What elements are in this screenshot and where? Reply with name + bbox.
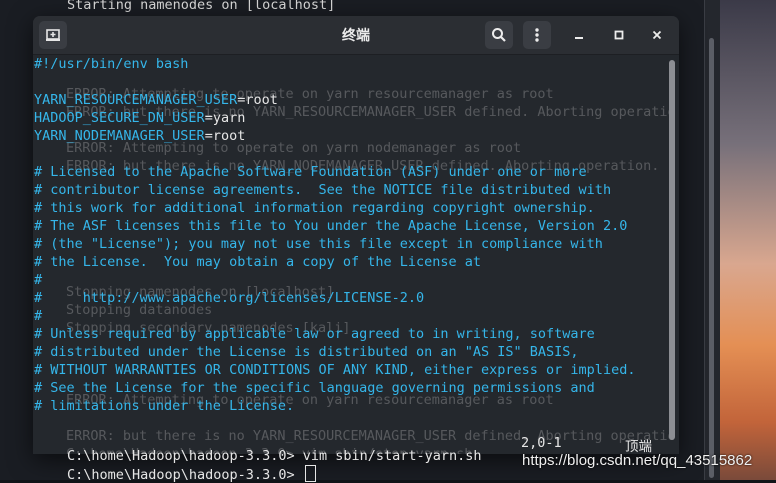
background-command-line: C:\home\Hadoop\hadoop-3.3.0> vim sbin/st… (67, 448, 482, 464)
editor-line: # Unless required by applicable law or a… (34, 326, 595, 342)
scrollbar[interactable] (669, 60, 675, 440)
terminal-window: 终端 ERROR: Attempting to operate on yarn … (33, 16, 679, 455)
desktop-wallpaper (720, 0, 776, 480)
editor-line: #!/usr/bin/env bash (34, 56, 189, 72)
editor-line: # See the License for the specific langu… (34, 380, 595, 396)
watermark: https://blog.csdn.net/qq_43515862 (522, 452, 753, 469)
background-prompt-line[interactable]: C:\home\Hadoop\hadoop-3.3.0> (67, 465, 316, 483)
maximize-button[interactable] (605, 21, 633, 49)
minimize-button[interactable] (565, 21, 593, 49)
vim-editor-area[interactable]: ERROR: Attempting to operate on yarn res… (33, 55, 673, 454)
background-scrollbar-thumb[interactable] (709, 38, 714, 478)
prompt-text: C:\home\Hadoop\hadoop-3.3.0> (67, 467, 303, 483)
editor-line: # http://www.apache.org/licenses/LICENSE… (34, 290, 425, 306)
search-button[interactable] (485, 21, 513, 49)
background-top-line: Starting namenodes on [localhost] (67, 0, 336, 13)
close-button[interactable] (643, 21, 671, 49)
search-icon (492, 28, 506, 42)
text-cursor (304, 465, 316, 482)
env-var-name: YARN_NODEMANAGER_USER (34, 128, 205, 144)
env-var-name: HADOOP_SECURE_DN_USER (34, 110, 205, 126)
cursor-position: 2,0-1 (521, 435, 562, 451)
title-bar[interactable]: 终端 (33, 16, 679, 55)
editor-line: # Licensed to the Apache Software Founda… (34, 164, 587, 180)
editor-line: # limitations under the License. (34, 398, 295, 414)
editor-line: # (34, 308, 43, 324)
editor-line: # the License. You may obtain a copy of … (34, 254, 482, 270)
editor-line: # contributor license agreements. See th… (34, 182, 612, 198)
editor-line: # WITHOUT WARRANTIES OR CONDITIONS OF AN… (34, 362, 636, 378)
editor-line: # distributed under the License is distr… (34, 344, 579, 360)
editor-line: HADOOP_SECURE_DN_USER=yarn (34, 109, 245, 127)
maximize-icon (614, 30, 624, 40)
editor-line: # (the "License"); you may not use this … (34, 236, 603, 252)
env-var-value: =root (204, 128, 246, 144)
kebab-menu-icon (535, 28, 539, 42)
editor-line: # this work for additional information r… (34, 200, 595, 216)
editor-line: # (34, 272, 43, 288)
env-var-value: =yarn (204, 110, 246, 126)
minimize-icon (575, 37, 583, 39)
editor-line: YARN_NODEMANAGER_USER=root (34, 127, 245, 145)
editor-line: YARN_RESOURCEMANAGER_USER=root (34, 91, 278, 109)
close-icon (652, 30, 662, 40)
env-var-name: YARN_RESOURCEMANAGER_USER (34, 92, 238, 108)
editor-line: # The ASF licenses this file to You unde… (34, 218, 628, 234)
ghost-line: ERROR: but there is no YARN_RESOURCEMANA… (66, 428, 673, 444)
menu-button[interactable] (523, 21, 551, 49)
env-var-value: =root (237, 92, 278, 108)
